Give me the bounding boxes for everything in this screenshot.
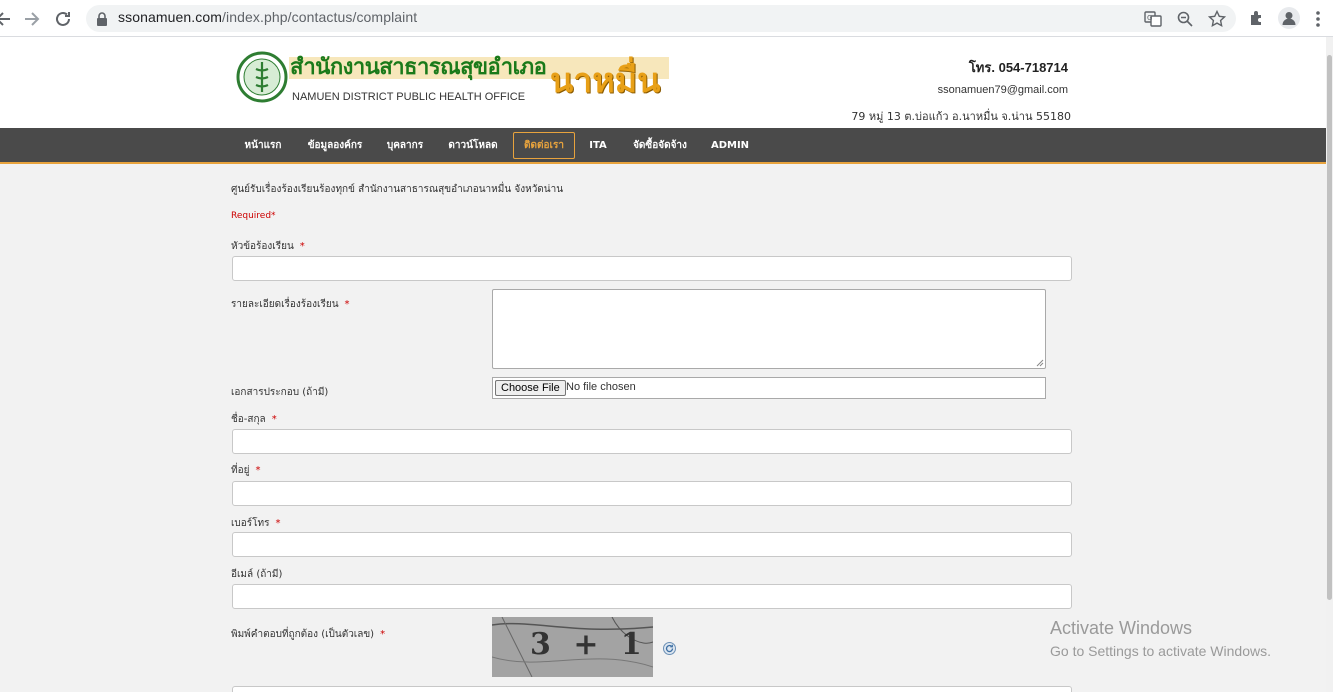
captcha-text: 3 + 1 (530, 627, 648, 662)
menu-icon[interactable] (1314, 9, 1322, 29)
address-input[interactable] (232, 481, 1072, 506)
email-label: อีเมล์ (ถ้ามี) (231, 569, 283, 580)
address-bar[interactable]: ssonamuen.com/index.php/contactus/compla… (86, 5, 1236, 32)
name-label-text: ชื่อ-สกุล (231, 414, 266, 425)
required-star: * (271, 414, 277, 425)
resize-grip-icon[interactable] (1036, 359, 1044, 367)
main-nav: หน้าแรก ข้อมูลองค์กร บุคลากร ดาวน์โหลด ต… (0, 128, 1326, 164)
subject-label-text: หัวข้อร้องเรียน (231, 241, 294, 252)
captcha-input[interactable] (232, 686, 1072, 692)
zoom-icon[interactable] (1176, 10, 1194, 28)
watermark-line2: Go to Settings to activate Windows. (1050, 643, 1271, 659)
star-icon[interactable] (1207, 9, 1227, 28)
logo-name: นาหมื่น (550, 61, 661, 101)
header-email: ssonamuen79@gmail.com (937, 84, 1068, 96)
captcha-label-text: พิมพ์คำตอบที่ถูกต้อง (เป็นตัวเลข) (231, 629, 375, 640)
page: สำนักงานสาธารณสุขอำเภอ นาหมื่น NAMUEN DI… (0, 37, 1326, 692)
required-star: * (255, 465, 261, 476)
choose-file-button[interactable]: Choose File (495, 380, 566, 396)
required-note: Required* (231, 211, 276, 221)
svg-text:G: G (1147, 14, 1152, 22)
watermark-line1: Activate Windows (1050, 618, 1193, 638)
name-input[interactable] (232, 429, 1072, 454)
nav-item-admin[interactable]: ADMIN (708, 133, 752, 159)
url-text[interactable]: ssonamuen.com/index.php/contactus/compla… (118, 9, 417, 25)
browser-toolbar: ssonamuen.com/index.php/contactus/compla… (0, 0, 1333, 37)
lock-icon[interactable] (96, 11, 108, 26)
phone-label: เบอร์โทร * (231, 516, 280, 531)
detail-label: รายละเอียดเรื่องร้องเรียน * (231, 297, 350, 312)
captcha-refresh-icon[interactable] (663, 640, 676, 655)
detail-label-text: รายละเอียดเรื่องร้องเรียน (231, 299, 339, 310)
extensions-icon[interactable] (1247, 9, 1267, 29)
attachment-label: เอกสารประกอบ (ถ้ามี) (231, 387, 329, 398)
nav-item-personnel[interactable]: บุคลากร (383, 133, 427, 159)
header-phone: โทร. 054-718714 (968, 60, 1068, 75)
back-icon[interactable] (0, 8, 14, 30)
reload-icon[interactable] (52, 8, 74, 30)
phone-label-text: เบอร์โทร (231, 518, 270, 529)
url-host: ssonamuen.com (118, 9, 223, 25)
logo-subtitle: NAMUEN DISTRICT PUBLIC HEALTH OFFICE (292, 91, 526, 103)
required-star: * (380, 629, 386, 640)
name-label: ชื่อ-สกุล * (231, 412, 277, 427)
captcha-image: 3 + 1 (492, 617, 653, 677)
nav-item-procurement[interactable]: จัดซื้อจัดจ้าง (629, 133, 691, 159)
email-input[interactable] (232, 584, 1072, 609)
captcha-label: พิมพ์คำตอบที่ถูกต้อง (เป็นตัวเลข) * (231, 627, 385, 642)
file-input[interactable]: Choose File No file chosen (492, 377, 1046, 399)
windows-activation-watermark: Activate Windows Go to Settings to activ… (1050, 618, 1271, 659)
page-scrollbar[interactable] (1326, 37, 1333, 692)
nav-item-organization[interactable]: ข้อมูลองค์กร (304, 133, 366, 159)
site-logo[interactable]: สำนักงานสาธารณสุขอำเภอ นาหมื่น NAMUEN DI… (234, 45, 684, 115)
phone-input[interactable] (232, 532, 1072, 557)
required-star: * (299, 241, 305, 252)
forward-icon[interactable] (21, 8, 43, 30)
scrollbar-thumb[interactable] (1327, 55, 1332, 600)
nav-item-download[interactable]: ดาวน์โหลด (445, 133, 501, 159)
required-star: * (275, 518, 281, 529)
subject-input[interactable] (232, 256, 1072, 281)
profile-icon[interactable] (1278, 7, 1300, 29)
nav-item-ita[interactable]: ITA (586, 133, 610, 159)
form-intro: ศูนย์รับเรื่องร้องเรียนร้องทุกข์ สำนักงา… (231, 184, 564, 195)
subject-label: หัวข้อร้องเรียน * (231, 239, 305, 254)
complaint-form: ศูนย์รับเรื่องร้องเรียนร้องทุกข์ สำนักงา… (0, 166, 1326, 692)
header-address: 79 หมู่ 13 ต.บ่อแก้ว อ.นาหมื่น จ.น่าน 55… (851, 110, 1071, 123)
address-label: ที่อยู่ * (231, 463, 260, 478)
logo-title: สำนักงานสาธารณสุขอำเภอ (290, 55, 547, 80)
site-header: สำนักงานสาธารณสุขอำเภอ นาหมื่น NAMUEN DI… (0, 37, 1326, 128)
nav-item-home[interactable]: หน้าแรก (240, 133, 286, 159)
url-path: /index.php/contactus/complaint (222, 9, 418, 25)
required-star: * (344, 299, 350, 310)
detail-textarea[interactable] (492, 289, 1046, 369)
file-status: No file chosen (566, 381, 636, 393)
address-label-text: ที่อยู่ (231, 465, 250, 476)
nav-item-contact[interactable]: ติดต่อเรา (513, 132, 575, 159)
translate-icon[interactable]: G (1144, 10, 1162, 28)
